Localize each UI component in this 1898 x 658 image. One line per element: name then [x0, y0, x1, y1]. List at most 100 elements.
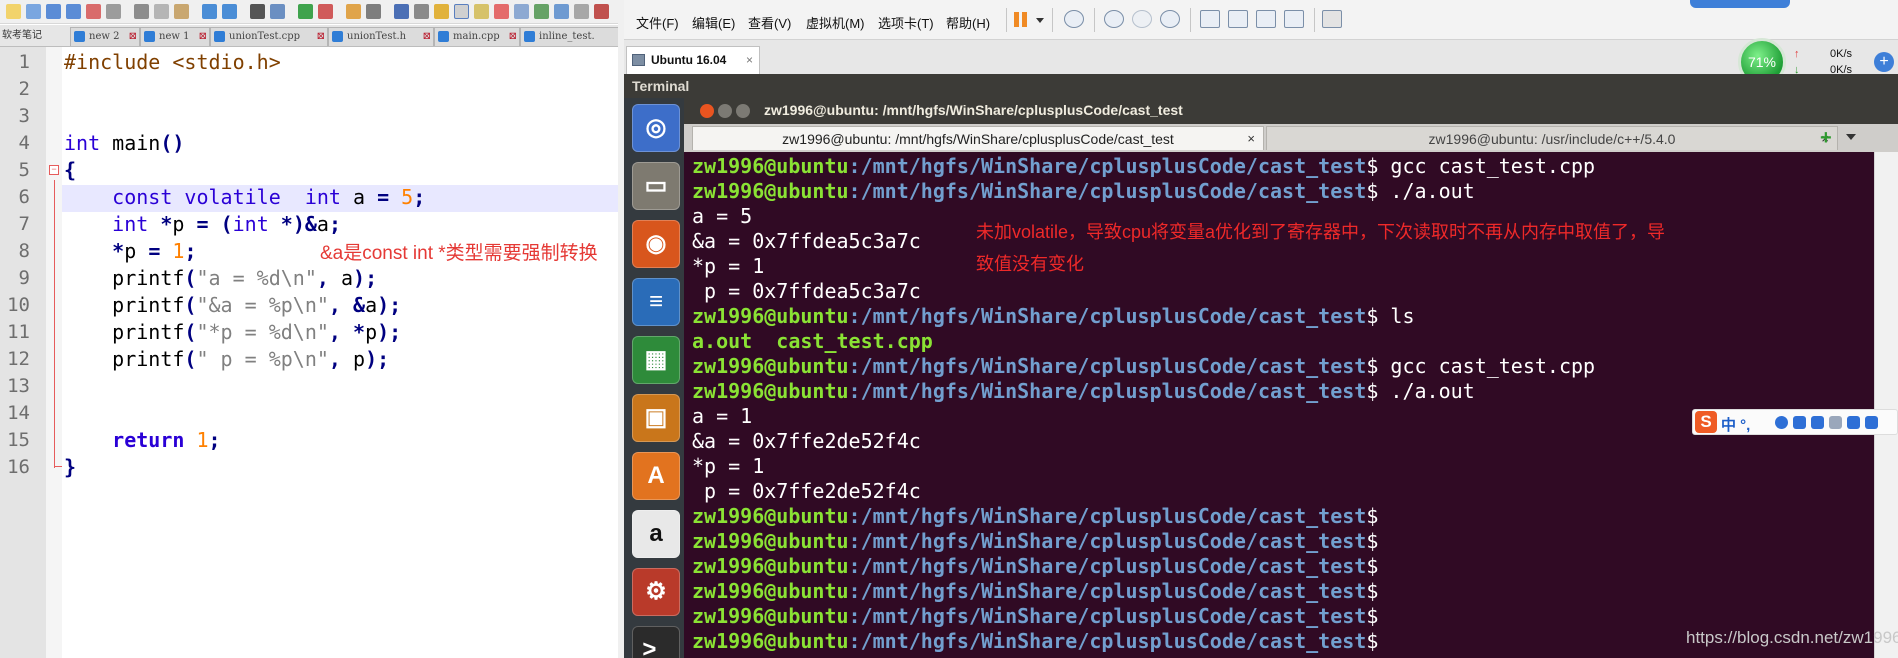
terminal-line: zw1996@ubuntu:/mnt/hgfs/WinShare/cpluspl…: [692, 554, 1378, 579]
code-token: "&a = %p\n": [196, 293, 329, 317]
terminal-tab-cast-test[interactable]: zw1996@ubuntu: /mnt/hgfs/WinShare/cplusp…: [692, 126, 1264, 150]
close-tab-icon[interactable]: ⊠: [423, 28, 431, 45]
fold-toggle-icon[interactable]: −: [49, 165, 59, 175]
close-tab-icon[interactable]: ⊠: [199, 28, 207, 45]
ime-mode-label[interactable]: 中 °,: [1721, 414, 1750, 435]
macro-save-icon[interactable]: [574, 4, 589, 19]
show-all-chars-icon[interactable]: [394, 4, 409, 19]
line-number: 6: [18, 186, 30, 208]
tab-main-cpp[interactable]: main.cpp ⊠: [434, 27, 520, 46]
pause-icon[interactable]: [1014, 12, 1019, 27]
skin-icon[interactable]: [1847, 416, 1860, 429]
network-icon[interactable]: [1064, 10, 1084, 28]
impress-icon[interactable]: ▣: [632, 394, 680, 442]
settings-icon[interactable]: ⚙: [632, 568, 680, 616]
amazon-icon[interactable]: a: [632, 510, 680, 558]
print-icon[interactable]: [106, 4, 121, 19]
menu-help[interactable]: 帮助(H): [946, 13, 990, 32]
redo-icon[interactable]: [222, 4, 237, 19]
save-icon[interactable]: [46, 4, 61, 19]
macro-stop-icon[interactable]: [514, 4, 529, 19]
keyboard-icon[interactable]: [1811, 416, 1824, 429]
new-tab-icon[interactable]: +: [1820, 128, 1832, 148]
copy-icon[interactable]: [154, 4, 169, 19]
close-tab-icon[interactable]: ⊠: [317, 28, 325, 45]
menu-file[interactable]: 文件(F): [636, 13, 679, 32]
cut-icon[interactable]: [134, 4, 149, 19]
replace-icon[interactable]: [270, 4, 285, 19]
vmware-tabstrip: Ubuntu 16.04 ×: [624, 40, 1898, 74]
tab-label: 软考笔记: [2, 30, 42, 41]
close-file-icon[interactable]: [86, 4, 101, 19]
terminal-icon[interactable]: >_: [632, 626, 680, 658]
code-token: ,: [316, 266, 329, 290]
snapshot-manager-icon[interactable]: [1160, 10, 1180, 28]
terminal-scrollbar[interactable]: [1874, 152, 1898, 658]
expand-widget-button[interactable]: +: [1874, 52, 1894, 72]
indent-guide-icon[interactable]: [414, 4, 429, 19]
new-file-icon[interactable]: [6, 4, 21, 19]
macro-record-icon[interactable]: [494, 4, 509, 19]
zoom-out-icon[interactable]: [318, 4, 333, 19]
sync-vertical-icon[interactable]: [346, 4, 361, 19]
tab-notes[interactable]: 软考笔记: [0, 27, 66, 46]
open-file-icon[interactable]: [26, 4, 41, 19]
console-view-icon[interactable]: [1322, 10, 1342, 28]
fullscreen-icon[interactable]: [1256, 10, 1276, 28]
chevron-down-icon[interactable]: [1846, 134, 1856, 140]
terminal-line: zw1996@ubuntu:/mnt/hgfs/WinShare/cpluspl…: [692, 529, 1378, 554]
run-icon[interactable]: [594, 4, 609, 19]
tab-new-2[interactable]: new 2 ⊠: [70, 27, 140, 46]
terminal-tab-include[interactable]: zw1996@ubuntu: /usr/include/c++/5.4.0 ×: [1266, 126, 1838, 150]
word-wrap-icon[interactable]: [366, 4, 381, 19]
function-list-icon[interactable]: [454, 4, 469, 19]
macro-play-multi-icon[interactable]: [554, 4, 569, 19]
thumbnail-icon[interactable]: [1228, 10, 1248, 28]
tab-uniontest-cpp[interactable]: unionTest.cpp ⊠: [210, 27, 328, 46]
user-icon[interactable]: [1829, 416, 1842, 429]
tab-ubuntu-vm[interactable]: Ubuntu 16.04 ×: [626, 46, 760, 74]
tab-uniontest-h[interactable]: unionTest.h ⊠: [328, 27, 434, 46]
close-icon[interactable]: ×: [746, 47, 753, 73]
unity-icon[interactable]: [1284, 10, 1304, 28]
revert-snapshot-icon[interactable]: [1132, 10, 1152, 28]
menu-edit[interactable]: 编辑(E): [692, 13, 735, 32]
voice-input-icon[interactable]: [1793, 416, 1806, 429]
maximize-window-icon[interactable]: [736, 104, 750, 118]
tab-inline-test[interactable]: inline_test.: [520, 27, 618, 46]
calc-icon[interactable]: ▦: [632, 336, 680, 384]
doc-map-icon[interactable]: [434, 4, 449, 19]
menu-view[interactable]: 查看(V): [748, 13, 791, 32]
writer-icon[interactable]: ≡: [632, 278, 680, 326]
folder-as-workspace-icon[interactable]: [474, 4, 489, 19]
code-token: const volatile int: [112, 185, 341, 209]
firefox-icon[interactable]: ◉: [632, 220, 680, 268]
save-all-icon[interactable]: [66, 4, 81, 19]
close-tab-icon[interactable]: ⊠: [509, 28, 517, 45]
terminal-output[interactable]: zw1996@ubuntu:/mnt/hgfs/WinShare/cpluspl…: [684, 152, 1874, 658]
undo-icon[interactable]: [202, 4, 217, 19]
zoom-in-icon[interactable]: [298, 4, 313, 19]
menu-vm[interactable]: 虚拟机(M): [806, 13, 865, 32]
tab-new-1[interactable]: new 1 ⊠: [140, 27, 210, 46]
terminal-line: p = 0x7ffdea5c3a7c: [692, 279, 921, 304]
ime-toolbar[interactable]: S 中 °,: [1692, 409, 1898, 435]
close-tab-icon[interactable]: ×: [1247, 127, 1255, 151]
macro-play-icon[interactable]: [534, 4, 549, 19]
toolbox-icon[interactable]: [1865, 416, 1878, 429]
emoji-icon[interactable]: [1775, 416, 1788, 429]
chevron-down-icon[interactable]: [1036, 18, 1044, 23]
files-icon[interactable]: ▭: [632, 162, 680, 210]
dash-icon[interactable]: ◎: [632, 104, 680, 152]
sogou-logo-icon[interactable]: S: [1695, 411, 1717, 433]
close-window-icon[interactable]: [700, 104, 714, 118]
find-icon[interactable]: [250, 4, 265, 19]
snapshot-icon[interactable]: [1104, 10, 1124, 28]
software-center-icon[interactable]: A: [632, 452, 680, 500]
minimize-window-icon[interactable]: [718, 104, 732, 118]
paste-icon[interactable]: [174, 4, 189, 19]
sidebar-toggle-icon[interactable]: [1200, 10, 1220, 28]
file-icon: [144, 31, 155, 42]
close-tab-icon[interactable]: ⊠: [129, 28, 137, 45]
menu-tabs[interactable]: 选项卡(T): [878, 13, 934, 32]
